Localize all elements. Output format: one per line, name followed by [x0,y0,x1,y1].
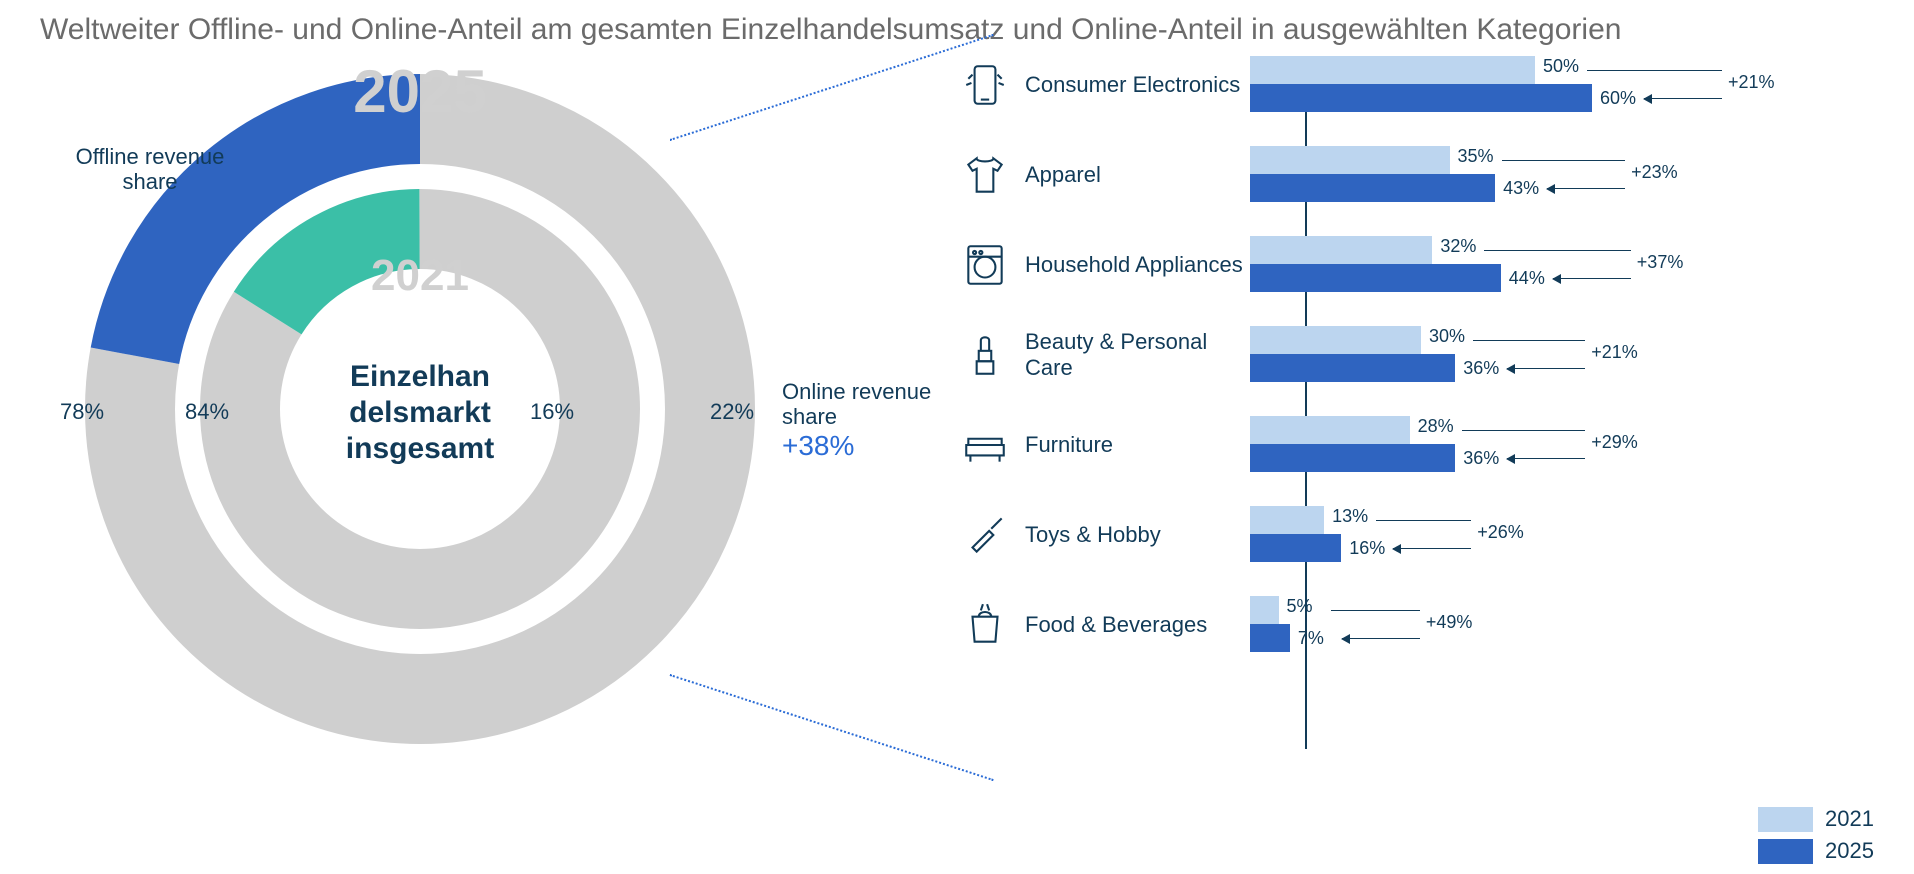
delta-line-top [1587,70,1722,71]
category-row: Furniture 28% 36% +29% [960,400,1870,490]
delta-label: +21% [1728,72,1775,93]
delta-line-top [1473,340,1585,341]
bar-2025 [1250,354,1455,382]
bar-2021 [1250,416,1410,444]
category-row: Household Appliances 32% 44% +37% [960,220,1870,310]
bar-2021 [1250,326,1421,354]
pct-16: 16% [530,399,574,425]
bar-label-2025: 7% [1298,628,1324,649]
bar-2021 [1250,596,1279,624]
online-share-text: Online revenue share [782,379,931,429]
sofa-icon [960,420,1010,470]
pct-78: 78% [60,399,104,425]
bar-label-2025: 43% [1503,178,1539,199]
bar-label-2025: 36% [1463,448,1499,469]
bar-label-2021: 5% [1287,596,1313,617]
online-delta: +38% [782,430,854,461]
delta-line-top [1331,610,1420,611]
donut-chart: 2025 2021 Einzelhan delsmarkt insgesamt … [40,69,960,809]
bar-label-2025: 60% [1600,88,1636,109]
legend-swatch-2025 [1758,839,1813,864]
shirt-icon [960,150,1010,200]
category-name: Food & Beverages [1010,612,1250,638]
year-label-2021: 2021 [371,251,469,301]
bar-2025 [1250,534,1341,562]
category-name: Consumer Electronics [1010,72,1250,98]
bar-2025 [1250,444,1455,472]
delta-line-top [1462,430,1586,431]
category-row: Apparel 35% 43% +23% [960,130,1870,220]
pct-84: 84% [185,399,229,425]
donut-center-label: Einzelhan delsmarkt insgesamt [320,359,520,467]
washer-icon [960,240,1010,290]
bar-2025 [1250,624,1290,652]
delta-line-bottom [1547,188,1625,189]
delta-line-bottom [1393,548,1471,549]
bar-label-2021: 30% [1429,326,1465,347]
delta-line-bottom [1553,278,1631,279]
legend-label-2025: 2025 [1825,838,1874,864]
bar-label-2021: 50% [1543,56,1579,77]
category-name: Apparel [1010,162,1250,188]
bar-label-2021: 35% [1458,146,1494,167]
offline-share-label: Offline revenue share [70,144,230,195]
delta-line-top [1502,160,1626,161]
phone-icon [960,60,1010,110]
delta-line-bottom [1507,458,1585,459]
category-name: Beauty & Personal Care [1010,329,1250,381]
delta-label: +23% [1631,162,1678,183]
brush-icon [960,510,1010,560]
category-name: Furniture [1010,432,1250,458]
bar-label-2021: 28% [1418,416,1454,437]
legend: 2021 2025 [1758,800,1874,864]
delta-label: +29% [1591,432,1638,453]
bar-2025 [1250,174,1495,202]
bar-2021 [1250,236,1432,264]
lipstick-icon [960,330,1010,380]
online-share-label: Online revenue share +38% [782,379,942,462]
bar-label-2025: 44% [1509,268,1545,289]
delta-line-bottom [1342,638,1420,639]
bar-label-2021: 32% [1440,236,1476,257]
bar-label-2025: 16% [1349,538,1385,559]
category-row: Beauty & Personal Care 30% 36% +21% [960,310,1870,400]
delta-label: +37% [1637,252,1684,273]
delta-label: +21% [1591,342,1638,363]
category-name: Toys & Hobby [1010,522,1250,548]
category-row: Food & Beverages 5% 7% +49% [960,580,1870,670]
category-row: Consumer Electronics 50% 60% +21% [960,40,1870,130]
year-label-2025: 2025 [353,57,486,126]
legend-swatch-2021 [1758,807,1813,832]
bar-2025 [1250,264,1501,292]
delta-label: +26% [1477,522,1524,543]
bar-chart: Consumer Electronics 50% 60% +21% Appare… [960,69,1874,809]
bar-label-2021: 13% [1332,506,1368,527]
delta-line-bottom [1507,368,1585,369]
category-row: Toys & Hobby 13% 16% +26% [960,490,1870,580]
delta-line-top [1484,250,1630,251]
bar-2021 [1250,56,1535,84]
delta-label: +49% [1426,612,1473,633]
bar-label-2025: 36% [1463,358,1499,379]
bar-2025 [1250,84,1592,112]
bag-icon [960,600,1010,650]
bar-2021 [1250,146,1450,174]
category-name: Household Appliances [1010,252,1250,278]
delta-line-bottom [1644,98,1722,99]
bar-2021 [1250,506,1324,534]
pct-22: 22% [710,399,754,425]
delta-line-top [1376,520,1471,521]
legend-label-2021: 2021 [1825,806,1874,832]
